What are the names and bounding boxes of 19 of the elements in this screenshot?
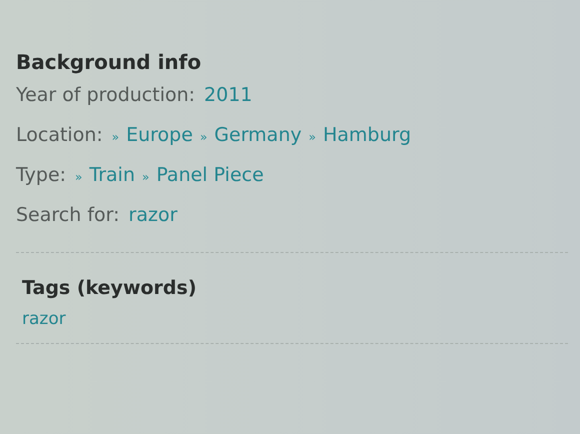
breadcrumb-separator: » [75,170,82,184]
section-heading: Background info [16,50,202,74]
info-link[interactable]: Train [89,164,135,186]
info-link[interactable]: Hamburg [322,124,412,146]
breadcrumb-separator: » [142,170,150,184]
info-link[interactable]: Panel Piece [156,164,264,186]
info-link[interactable]: Germany [214,124,302,146]
info-link[interactable]: Europe [126,124,193,146]
breadcrumb-separator: » [308,130,316,144]
field-label: Search for: [16,204,120,226]
section-heading: Tags (keywords) [22,277,198,299]
info-link[interactable]: 2011 [204,84,252,106]
field-label: Location: [16,124,103,146]
breadcrumb-separator: » [112,130,120,144]
breadcrumb-separator: » [200,130,208,144]
field-label: Year of production: [16,84,196,106]
info-link[interactable]: razor [128,204,178,226]
tag-link[interactable]: razor [22,309,66,329]
field-label: Type: [16,164,66,186]
